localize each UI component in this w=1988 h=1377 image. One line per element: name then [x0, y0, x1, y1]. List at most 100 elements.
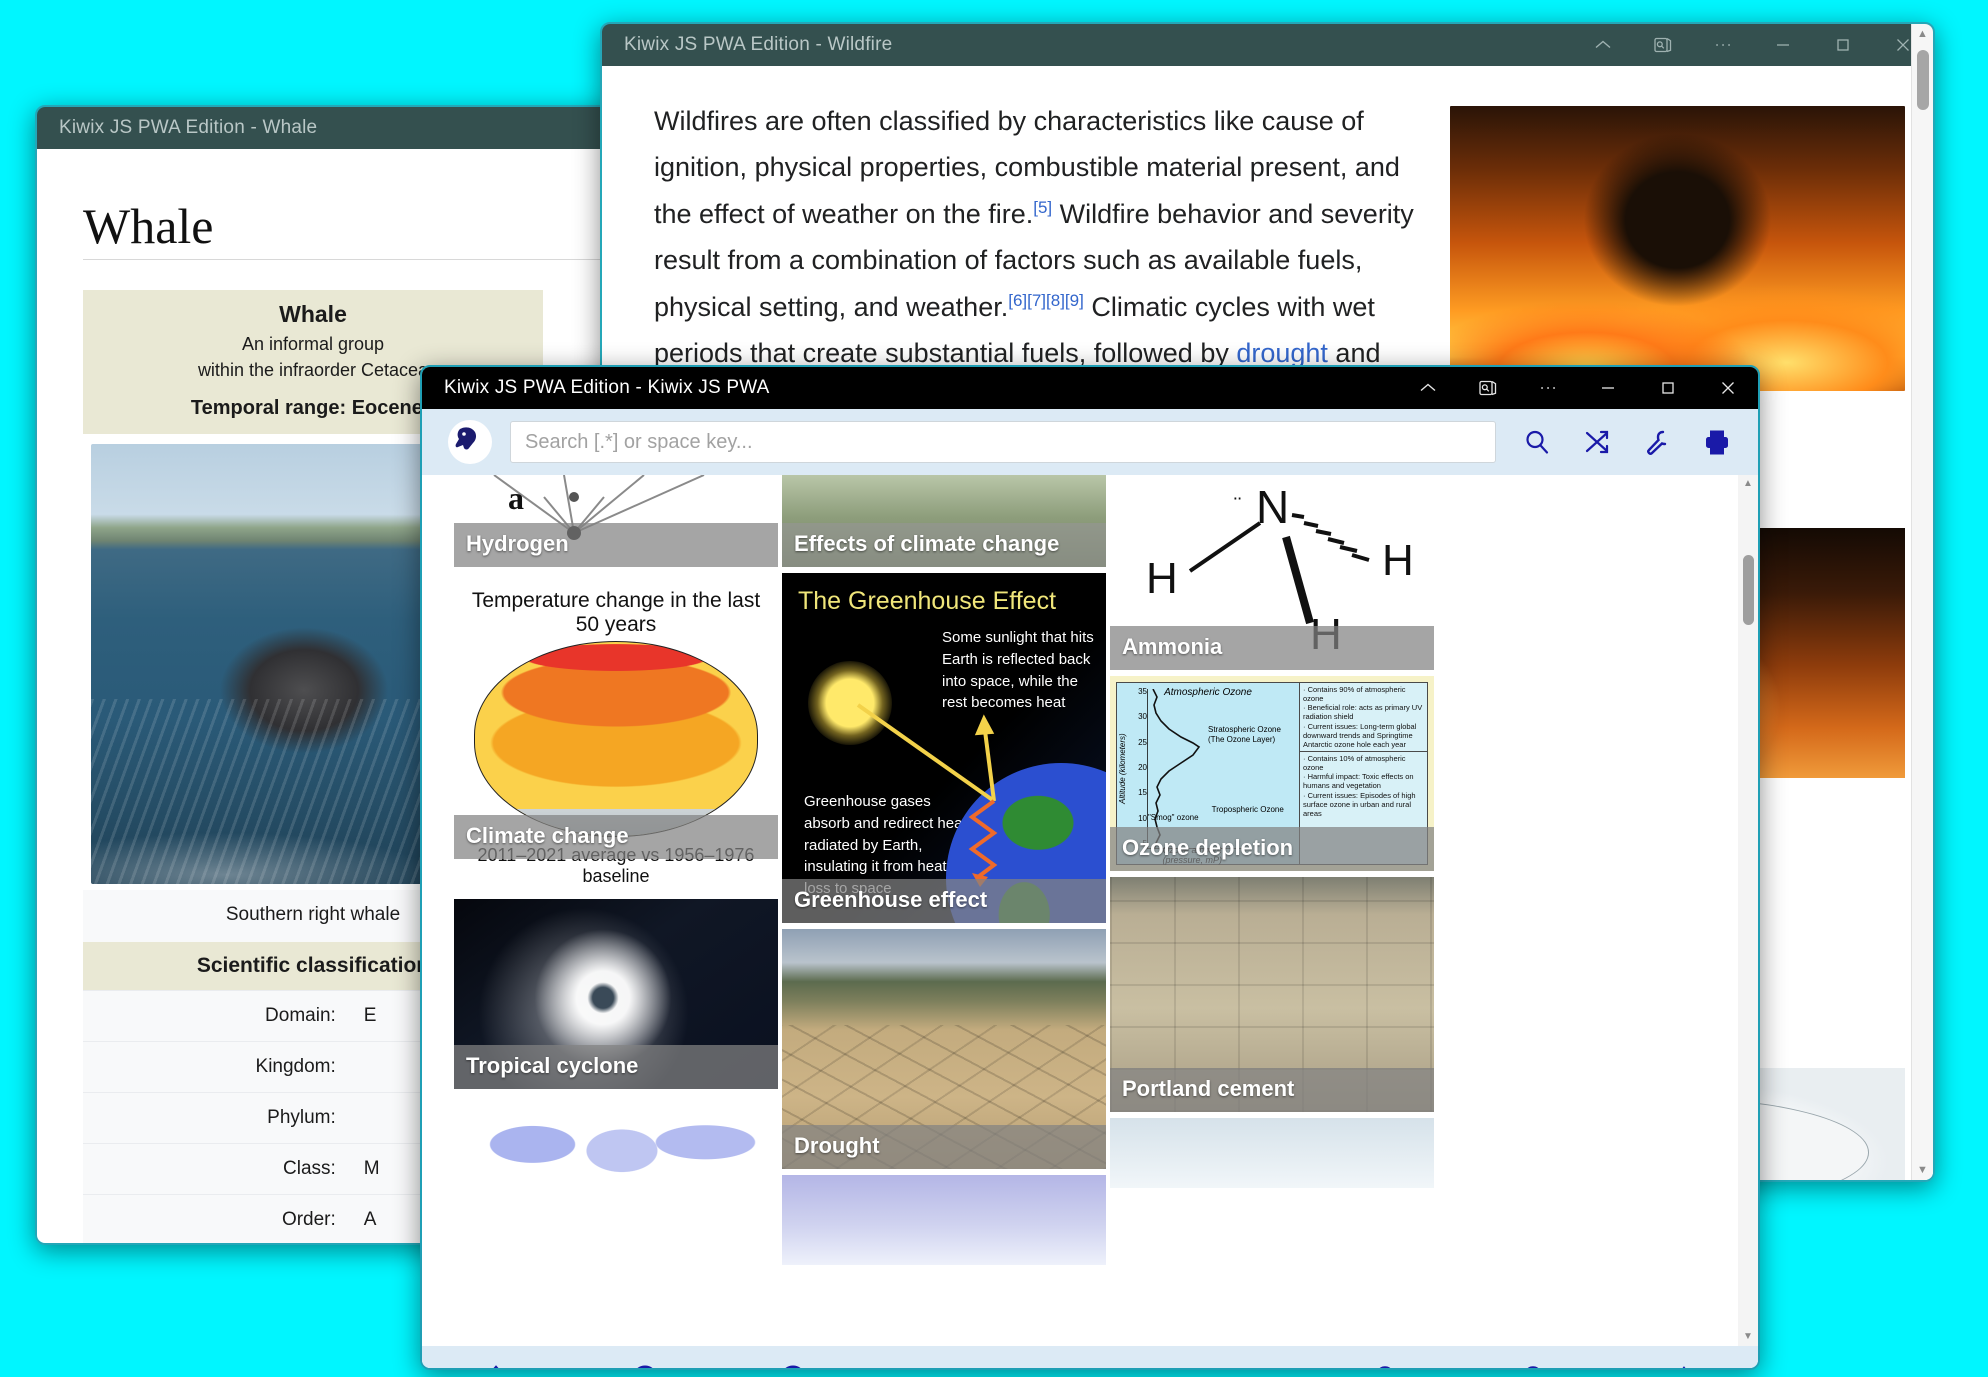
search-icon[interactable]	[1522, 427, 1552, 457]
pwa-tool-icons	[1522, 427, 1732, 457]
taxon-key: Order:	[281, 1209, 336, 1231]
tile-label: Climate change	[454, 815, 778, 859]
wrench-icon[interactable]	[1642, 427, 1672, 457]
window-controls-wildfire[interactable]	[1573, 24, 1933, 66]
more-options-icon[interactable]	[1693, 24, 1753, 66]
y-axis-label: Altitude (kilometers)	[1118, 733, 1127, 804]
search-placeholder: Search [.*] or space key...	[525, 430, 753, 453]
toc-button[interactable]: ToC ▲	[1061, 1366, 1120, 1368]
link-drought[interactable]: drought	[1236, 338, 1328, 368]
annotation-smog: "Smog" ozone	[1147, 813, 1199, 822]
wildfire-burning-tree-photo	[1450, 106, 1905, 391]
titlebar-wildfire[interactable]: Kiwix JS PWA Edition - Wildfire	[602, 24, 1933, 66]
reference-link[interactable]: [6][7][8][9]	[1008, 291, 1084, 310]
tile-world-map[interactable]	[454, 1095, 778, 1215]
scroll-up-arrow[interactable]: ▲	[1738, 475, 1758, 493]
svg-text:¨: ¨	[1234, 493, 1241, 518]
note-item: · Harmful impact: Toxic effects on human…	[1303, 772, 1414, 791]
footer-toc-group: ToC ▲	[867, 1366, 1312, 1368]
scroll-down-arrow[interactable]: ▼	[1738, 1328, 1758, 1346]
tile-hydrogen[interactable]: a Hydrogen	[454, 475, 778, 567]
toc-label: ToC	[1061, 1366, 1100, 1368]
tile-ammonia[interactable]: N ¨ H H H	[1110, 475, 1434, 670]
legend-celsius: −1.0 −0.5 −0.2 +0.2 +0.5 +1.0 +2.0 +4.0 …	[460, 891, 772, 893]
kiwix-logo[interactable]	[444, 419, 496, 465]
y-tick: 20	[1138, 762, 1147, 772]
maximize-button[interactable]	[1813, 24, 1873, 66]
zoom-in-icon[interactable]	[1515, 1358, 1555, 1368]
chevron-up-icon[interactable]	[1398, 367, 1458, 409]
scroll-down-arrow[interactable]: ▼	[1912, 1160, 1933, 1180]
scroll-up-arrow[interactable]: ▲	[1912, 24, 1933, 44]
note-item: · Current issues: Episodes of high surfa…	[1303, 790, 1416, 818]
ice-landscape-image	[782, 1175, 1106, 1265]
legend-tick: −0.5	[502, 891, 532, 893]
reader-mode-icon[interactable]	[1458, 367, 1518, 409]
chevron-up-icon[interactable]	[1573, 24, 1633, 66]
print-icon[interactable]	[1702, 427, 1732, 457]
tile-snow[interactable]	[1110, 1118, 1434, 1188]
reader-mode-icon[interactable]	[1633, 24, 1693, 66]
pwa-content-area: a Hydrogen Temperature change in the las…	[422, 475, 1758, 1346]
greenhouse-effect-diagram: The Greenhouse Effect Some sunlight that…	[782, 573, 1106, 923]
article-tile-grid: a Hydrogen Temperature change in the las…	[422, 475, 1758, 1271]
taxon-key: Phylum:	[267, 1107, 336, 1129]
window-kiwix-js-pwa[interactable]: Kiwix JS PWA Edition - Kiwix JS PWA Sear…	[420, 365, 1760, 1370]
footer-zoom-group	[1313, 1358, 1758, 1368]
wildfire-scrollbar[interactable]: ▲ ▼	[1911, 24, 1933, 1180]
tile-ice[interactable]	[782, 1175, 1106, 1265]
world-map-image	[454, 1095, 778, 1215]
footer-nav-group	[422, 1358, 867, 1368]
zoom-out-icon[interactable]	[1367, 1358, 1407, 1368]
minimize-button[interactable]	[1578, 367, 1638, 409]
reference-link[interactable]: [5]	[1033, 198, 1052, 217]
tile-greenhouse-effect[interactable]: The Greenhouse Effect Some sunlight that…	[782, 573, 1106, 923]
minimize-button[interactable]	[1753, 24, 1813, 66]
legend-tick: +0.2	[573, 891, 603, 893]
tile-label: Effects of climate change	[782, 523, 1106, 567]
close-button[interactable]	[1698, 367, 1758, 409]
tile-ozone-depletion[interactable]: Altitude (kilometers) 35 30 25 20 15 10 …	[1110, 676, 1434, 871]
home-icon[interactable]	[476, 1358, 516, 1368]
taxon-key: Domain:	[265, 1005, 336, 1027]
pwa-page: Search [.*] or space key... a Hydrogen T…	[422, 409, 1758, 1368]
tile-climate-change[interactable]: Temperature change in the last 50 years …	[454, 573, 778, 893]
maximize-button[interactable]	[1638, 367, 1698, 409]
window-title-whale: Kiwix JS PWA Edition - Whale	[59, 117, 318, 138]
legend-tick: +0.5	[609, 891, 639, 893]
legend-tick: −1.0	[466, 891, 496, 893]
pwa-scrollbar[interactable]: ▲ ▼	[1738, 475, 1758, 1346]
world-temperature-map	[474, 641, 758, 837]
svg-text:H: H	[1146, 554, 1178, 603]
legend-tick: +1.0	[644, 891, 674, 893]
tile-portland-cement[interactable]: Portland cement	[1110, 877, 1434, 1112]
tile-label: Hydrogen	[454, 523, 778, 567]
titlebar-pwa[interactable]: Kiwix JS PWA Edition - Kiwix JS PWA	[422, 367, 1758, 409]
taxon-key: Class:	[283, 1158, 336, 1180]
pwa-toolbar: Search [.*] or space key...	[422, 409, 1758, 475]
tile-drought[interactable]: Drought	[782, 929, 1106, 1169]
scroll-to-top-icon[interactable]	[1664, 1358, 1704, 1368]
search-input[interactable]: Search [.*] or space key...	[510, 421, 1496, 463]
forward-icon[interactable]	[773, 1358, 813, 1368]
y-tick: 10	[1138, 813, 1147, 823]
ozone-profile-curve	[1147, 689, 1247, 849]
note-item: · Contains 90% of atmospheric ozone	[1303, 685, 1406, 704]
tile-effects-of-climate-change[interactable]: Effects of climate change	[782, 475, 1106, 567]
ray-arrows	[856, 703, 998, 887]
infobox-subtitle-line1: An informal group	[241, 334, 385, 354]
shuffle-icon[interactable]	[1582, 427, 1612, 457]
tile-label: Portland cement	[1110, 1068, 1434, 1112]
y-tick: 15	[1138, 788, 1147, 798]
scrollbar-thumb[interactable]	[1917, 50, 1929, 110]
window-controls-pwa[interactable]	[1398, 367, 1758, 409]
tile-label: Tropical cyclone	[454, 1045, 778, 1089]
notes-divider	[1300, 750, 1427, 752]
note-item: · Current issues: Long-term global downw…	[1303, 721, 1417, 749]
more-options-icon[interactable]	[1518, 367, 1578, 409]
tile-tropical-cyclone[interactable]: Tropical cyclone	[454, 899, 778, 1089]
scrollbar-thumb[interactable]	[1743, 555, 1754, 625]
y-tick: 35	[1138, 687, 1147, 696]
back-icon[interactable]	[625, 1358, 665, 1368]
window-title-pwa: Kiwix JS PWA Edition - Kiwix JS PWA	[444, 377, 770, 398]
